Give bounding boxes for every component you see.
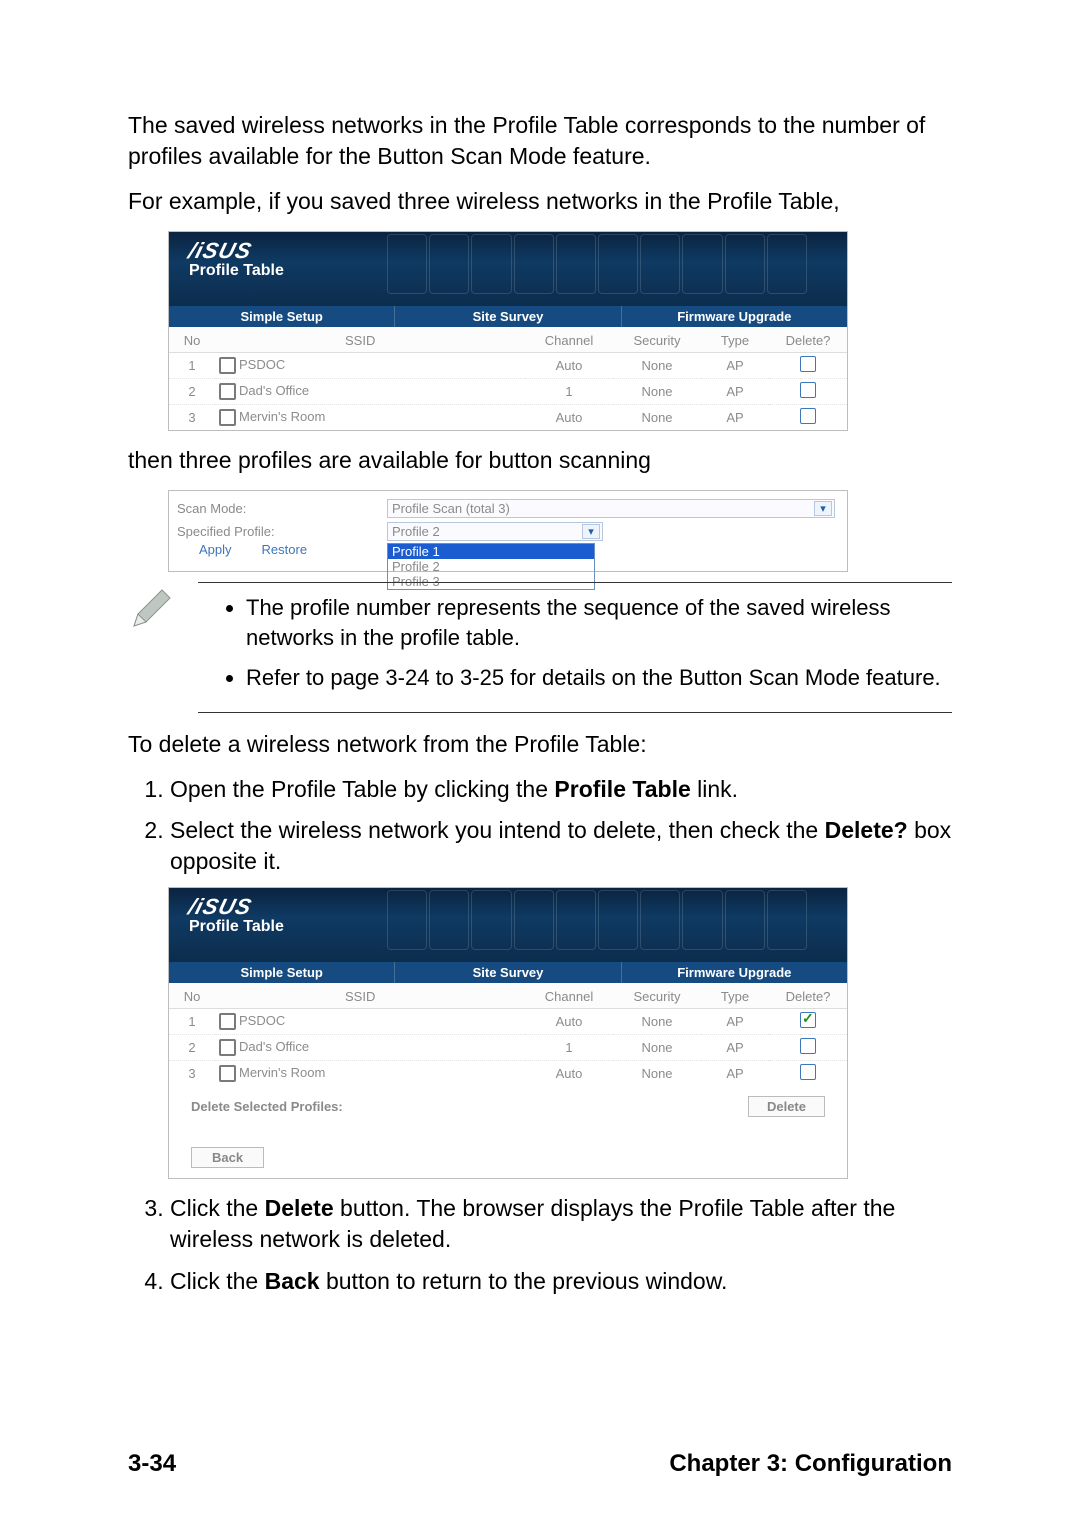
cell-security: None xyxy=(613,353,701,379)
col-no: No xyxy=(169,983,215,1009)
chevron-down-icon: ▾ xyxy=(814,501,832,516)
tab-site-survey[interactable]: Site Survey xyxy=(395,962,621,983)
cell-ssid: PSDOC xyxy=(239,1013,285,1028)
profile-table-screenshot-2: /iSUS Profile Table Simple Setup Site Su… xyxy=(168,887,848,1179)
delete-button[interactable]: Delete xyxy=(748,1096,825,1117)
cell-no: 1 xyxy=(169,1009,215,1035)
bookmark-icon xyxy=(219,357,236,374)
step-3: Click the Delete button. The browser dis… xyxy=(170,1193,952,1255)
step-4: Click the Back button to return to the p… xyxy=(170,1266,952,1297)
cell-no: 2 xyxy=(169,379,215,405)
tab-simple-setup[interactable]: Simple Setup xyxy=(169,962,395,983)
restore-button[interactable]: Restore xyxy=(262,542,308,557)
cell-no: 1 xyxy=(169,353,215,379)
tab-simple-setup[interactable]: Simple Setup xyxy=(169,306,395,327)
bookmark-icon xyxy=(219,1013,236,1030)
specified-profile-select[interactable]: Profile 2 ▾ xyxy=(387,522,603,541)
cell-type: AP xyxy=(701,353,769,379)
cell-security: None xyxy=(613,379,701,405)
intro-paragraph-1: The saved wireless networks in the Profi… xyxy=(128,110,952,172)
delete-checkbox[interactable] xyxy=(800,1012,816,1028)
delete-intro: To delete a wireless network from the Pr… xyxy=(128,729,952,760)
chapter-title: Chapter 3: Configuration xyxy=(669,1450,952,1478)
col-channel: Channel xyxy=(525,983,613,1009)
brand-logo: /iSUS xyxy=(186,894,288,920)
col-delete: Delete? xyxy=(769,983,847,1009)
brand-logo: /iSUS xyxy=(186,238,288,264)
tab-firmware-upgrade[interactable]: Firmware Upgrade xyxy=(622,306,847,327)
cell-ssid: Mervin's Room xyxy=(239,409,325,424)
cell-channel: Auto xyxy=(525,1061,613,1087)
apply-button[interactable]: Apply xyxy=(199,542,232,557)
window-title: Profile Table xyxy=(189,918,284,936)
delete-selected-label: Delete Selected Profiles: xyxy=(191,1099,343,1114)
cell-ssid: Mervin's Room xyxy=(239,1065,325,1080)
table-row[interactable]: 2 Dad's Office 1 None AP xyxy=(169,1035,847,1061)
middle-paragraph: then three profiles are available for bu… xyxy=(128,445,952,476)
bookmark-icon xyxy=(219,383,236,400)
specified-profile-label: Specified Profile: xyxy=(177,524,377,539)
cell-no: 2 xyxy=(169,1035,215,1061)
step-2: Select the wireless network you intend t… xyxy=(170,815,952,877)
table-row[interactable]: 2 Dad's Office 1 None AP xyxy=(169,379,847,405)
cell-no: 3 xyxy=(169,405,215,431)
cell-channel: Auto xyxy=(525,1009,613,1035)
cell-no: 3 xyxy=(169,1061,215,1087)
scan-mode-select[interactable]: Profile Scan (total 3) ▾ xyxy=(387,499,835,518)
table-row[interactable]: 3 Mervin's Room Auto None AP xyxy=(169,405,847,431)
tab-site-survey[interactable]: Site Survey xyxy=(395,306,621,327)
note-item: Refer to page 3-24 to 3-25 for details o… xyxy=(246,663,952,693)
scan-mode-label: Scan Mode: xyxy=(177,501,377,516)
col-type: Type xyxy=(701,983,769,1009)
table-row[interactable]: 1 PSDOC Auto None AP xyxy=(169,1009,847,1035)
scan-mode-screenshot: Scan Mode: Profile Scan (total 3) ▾ Spec… xyxy=(168,490,848,572)
cell-type: AP xyxy=(701,1009,769,1035)
delete-checkbox[interactable] xyxy=(800,382,816,398)
col-type: Type xyxy=(701,327,769,353)
note-item: The profile number represents the sequen… xyxy=(246,593,952,652)
col-ssid: SSID xyxy=(215,983,525,1009)
delete-checkbox[interactable] xyxy=(800,408,816,424)
cell-security: None xyxy=(613,405,701,431)
note-pencil-icon xyxy=(128,582,198,713)
tab-firmware-upgrade[interactable]: Firmware Upgrade xyxy=(622,962,847,983)
cell-type: AP xyxy=(701,1035,769,1061)
col-ssid: SSID xyxy=(215,327,525,353)
cell-channel: Auto xyxy=(525,405,613,431)
bookmark-icon xyxy=(219,1039,236,1056)
step-1: Open the Profile Table by clicking the P… xyxy=(170,774,952,805)
delete-checkbox[interactable] xyxy=(800,1038,816,1054)
col-channel: Channel xyxy=(525,327,613,353)
profile-table-screenshot-1: /iSUS Profile Table Simple Setup Site Su… xyxy=(168,231,848,431)
back-button[interactable]: Back xyxy=(191,1147,264,1168)
cell-type: AP xyxy=(701,379,769,405)
bookmark-icon xyxy=(219,409,236,426)
col-security: Security xyxy=(613,327,701,353)
delete-checkbox[interactable] xyxy=(800,356,816,372)
cell-ssid: Dad's Office xyxy=(239,1039,309,1054)
table-row[interactable]: 3 Mervin's Room Auto None AP xyxy=(169,1061,847,1087)
col-delete: Delete? xyxy=(769,327,847,353)
cell-type: AP xyxy=(701,1061,769,1087)
col-no: No xyxy=(169,327,215,353)
bookmark-icon xyxy=(219,1065,236,1082)
cell-security: None xyxy=(613,1061,701,1087)
col-security: Security xyxy=(613,983,701,1009)
cell-type: AP xyxy=(701,405,769,431)
page-number: 3-34 xyxy=(128,1450,176,1478)
intro-paragraph-2: For example, if you saved three wireless… xyxy=(128,186,952,217)
cell-channel: 1 xyxy=(525,379,613,405)
window-title: Profile Table xyxy=(189,262,284,280)
chevron-down-icon: ▾ xyxy=(582,524,600,539)
cell-ssid: PSDOC xyxy=(239,357,285,372)
table-row[interactable]: 1 PSDOC Auto None AP xyxy=(169,353,847,379)
cell-security: None xyxy=(613,1009,701,1035)
cell-channel: 1 xyxy=(525,1035,613,1061)
delete-checkbox[interactable] xyxy=(800,1064,816,1080)
cell-channel: Auto xyxy=(525,353,613,379)
cell-ssid: Dad's Office xyxy=(239,383,309,398)
cell-security: None xyxy=(613,1035,701,1061)
